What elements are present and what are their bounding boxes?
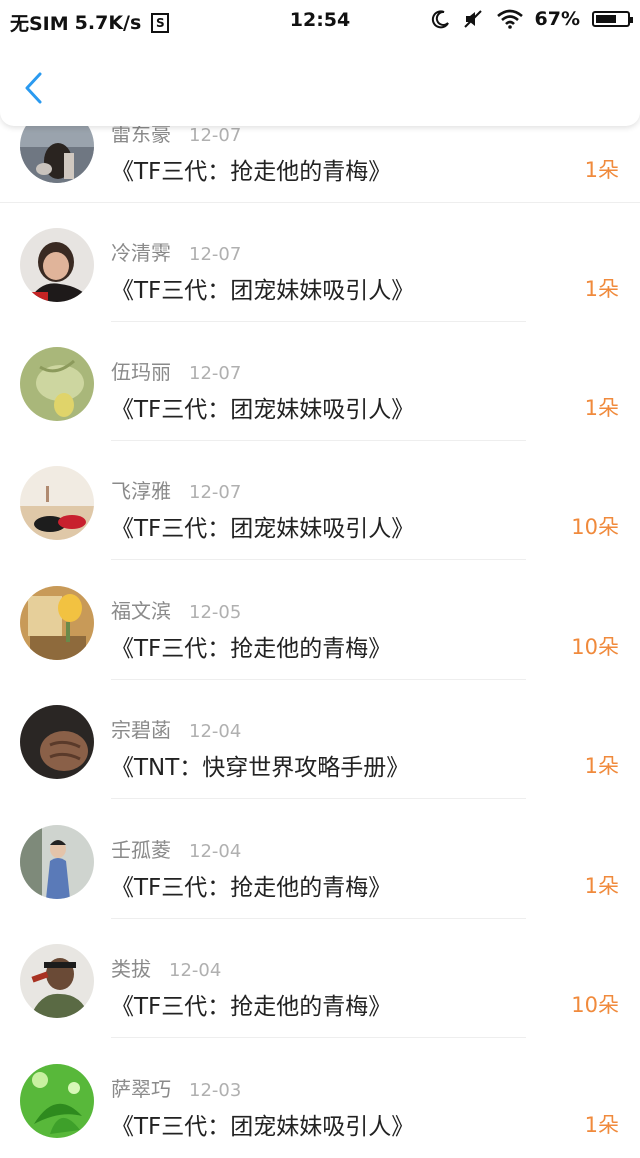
- avatar: [20, 347, 94, 421]
- user-name: 伍玛丽: [111, 360, 171, 384]
- book-title: 《TF三代：团宠妹妹吸引人》: [111, 1114, 415, 1140]
- status-bar: 无SIM 5.7K/s S 12:54 67%: [0, 0, 640, 44]
- book-title: 《TF三代：抢走他的青梅》: [111, 159, 392, 185]
- list-item[interactable]: 飞淳雅 12-07 《TF三代：团宠妹妹吸引人》 10朵: [0, 441, 640, 560]
- list-item[interactable]: 福文滨 12-05 《TF三代：抢走他的青梅》 10朵: [0, 561, 640, 680]
- item-meta: 壬孤菱 12-04: [111, 834, 241, 863]
- book-title: 《TF三代：抢走他的青梅》: [111, 994, 392, 1020]
- gift-date: 12-07: [189, 482, 242, 503]
- user-name: 福文滨: [111, 599, 171, 623]
- book-title: 《TF三代：团宠妹妹吸引人》: [111, 278, 415, 304]
- book-title: 《TF三代：抢走他的青梅》: [111, 875, 392, 901]
- avatar: [20, 825, 94, 899]
- nav-bar: [0, 44, 640, 126]
- book-title: 《TF三代：抢走他的青梅》: [111, 636, 392, 662]
- avatar: [20, 466, 94, 540]
- user-name: 冷清霁: [111, 241, 171, 265]
- avatar: [20, 228, 94, 302]
- book-title: 《TNT：快穿世界攻略手册》: [111, 755, 410, 781]
- flower-amount: 1朵: [584, 158, 619, 182]
- gift-date: 12-07: [189, 125, 242, 146]
- avatar: [20, 944, 94, 1018]
- list-item[interactable]: 冷清霁 12-07 《TF三代：团宠妹妹吸引人》 1朵: [0, 203, 640, 322]
- user-name: 类拔: [111, 957, 151, 981]
- item-meta: 宗碧菡 12-04: [111, 714, 241, 743]
- gift-date: 12-05: [189, 602, 242, 623]
- flower-amount: 10朵: [571, 993, 619, 1017]
- gift-date: 12-07: [189, 363, 242, 384]
- item-meta: 萨翠巧 12-03: [111, 1073, 241, 1102]
- list-item[interactable]: 伍玛丽 12-07 《TF三代：团宠妹妹吸引人》 1朵: [0, 322, 640, 441]
- battery-level: [596, 15, 616, 23]
- flower-amount: 1朵: [584, 754, 619, 778]
- mute-icon: [463, 10, 482, 28]
- item-meta: 伍玛丽 12-07: [111, 356, 241, 385]
- gift-date: 12-07: [189, 244, 242, 265]
- battery-icon: [592, 11, 633, 27]
- list-item[interactable]: 壬孤菱 12-04 《TF三代：抢走他的青梅》 1朵: [0, 800, 640, 919]
- item-meta: 类拔 12-04: [111, 953, 221, 982]
- item-meta: 福文滨 12-05: [111, 595, 241, 624]
- book-title: 《TF三代：团宠妹妹吸引人》: [111, 397, 415, 423]
- avatar: [20, 1064, 94, 1138]
- battery-percent: 67%: [534, 8, 580, 30]
- user-name: 飞淳雅: [111, 479, 171, 503]
- user-name: 萨翠巧: [111, 1077, 171, 1101]
- gift-date: 12-04: [189, 841, 242, 862]
- gift-date: 12-04: [189, 721, 242, 742]
- item-meta: 冷清霁 12-07: [111, 237, 241, 266]
- flower-amount: 1朵: [584, 396, 619, 420]
- list-item[interactable]: 萨翠巧 12-03 《TF三代：团宠妹妹吸引人》 1朵: [0, 1039, 640, 1158]
- gift-date: 12-04: [169, 960, 222, 981]
- list-item[interactable]: 类拔 12-04 《TF三代：抢走他的青梅》 10朵: [0, 919, 640, 1038]
- flower-amount: 1朵: [584, 277, 619, 301]
- flower-amount: 10朵: [571, 635, 619, 659]
- divider: [111, 559, 526, 560]
- user-name: 壬孤菱: [111, 838, 171, 862]
- flower-amount: 1朵: [584, 1113, 619, 1137]
- list-item[interactable]: 宗碧菡 12-04 《TNT：快穿世界攻略手册》 1朵: [0, 680, 640, 799]
- moon-icon: [431, 10, 449, 29]
- flower-amount: 10朵: [571, 515, 619, 539]
- avatar: [20, 586, 94, 660]
- divider: [111, 798, 526, 799]
- book-title: 《TF三代：团宠妹妹吸引人》: [111, 516, 415, 542]
- flower-amount: 1朵: [584, 874, 619, 898]
- item-meta: 飞淳雅 12-07: [111, 475, 241, 504]
- avatar: [20, 705, 94, 779]
- user-name: 宗碧菡: [111, 718, 171, 742]
- gift-date: 12-03: [189, 1080, 242, 1101]
- status-right: 67%: [431, 8, 633, 30]
- divider: [111, 1037, 526, 1038]
- back-button[interactable]: [16, 68, 52, 108]
- chevron-left-icon: [25, 72, 42, 104]
- wifi-icon: [496, 9, 523, 29]
